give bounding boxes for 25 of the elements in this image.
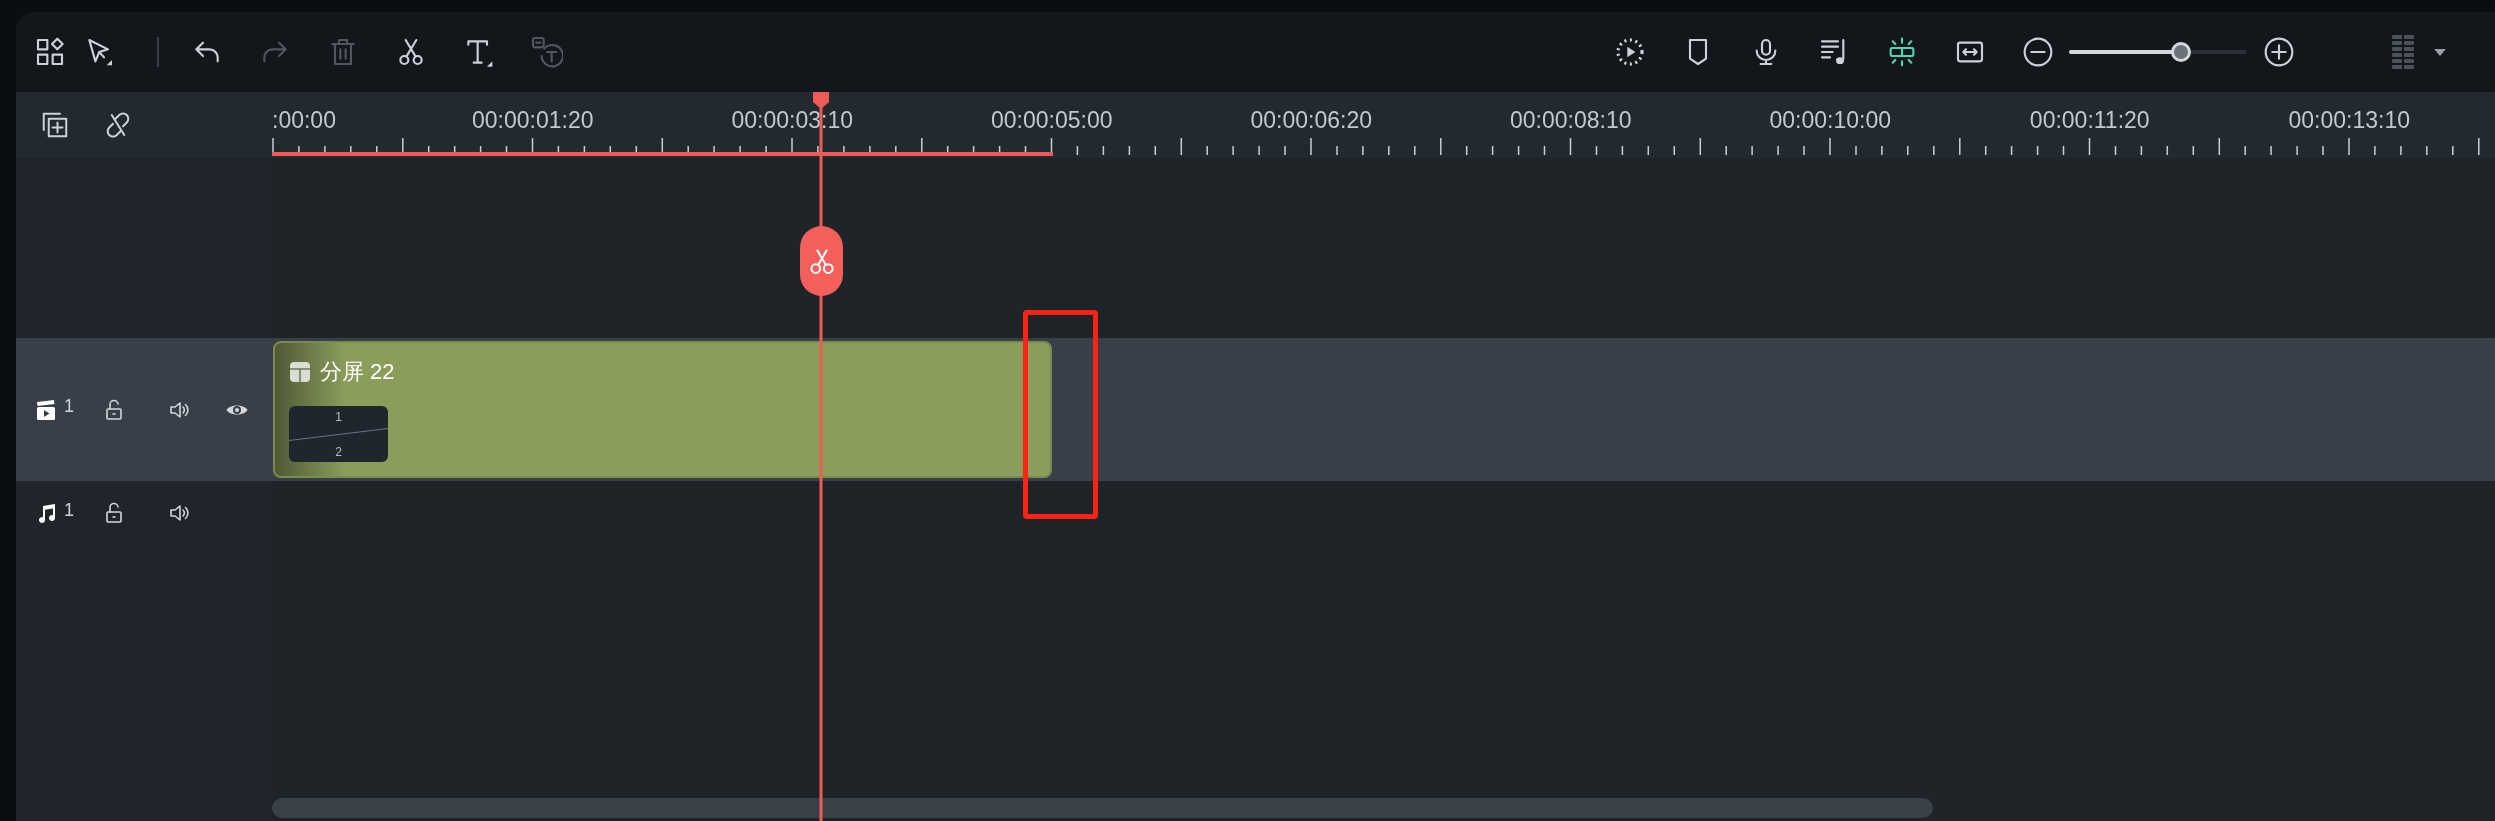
zoom-out-button[interactable] [2022, 36, 2054, 68]
time-label: 00:00:13:10 [2288, 106, 2410, 134]
thumbnail-label: 2 [335, 445, 342, 459]
track-number: 1 [64, 499, 75, 521]
elements-button[interactable] [34, 36, 66, 68]
render-preview-button[interactable] [1614, 36, 1646, 68]
zoom-in-button[interactable] [2263, 36, 2295, 68]
clip-title: 分屏 22 [320, 358, 395, 386]
time-label: 00:00:10:00 [1769, 106, 1891, 134]
video-track-icon [34, 397, 58, 422]
track-number: 1 [64, 396, 75, 417]
split-screen-icon [289, 361, 311, 383]
add-track-button[interactable] [40, 110, 70, 140]
time-label: 00:00:05:00 [991, 106, 1113, 134]
time-label: 00:00:11:20 [2029, 106, 2150, 134]
video-clip[interactable]: 分屏 22 1 2 [273, 341, 1052, 478]
time-label: 00:00:01:20 [472, 106, 594, 134]
time-label: :00:00 [272, 107, 336, 133]
slider-thumb[interactable] [2170, 42, 2191, 62]
time-label: 00:00:08:10 [1510, 106, 1632, 134]
thumbnail-label: 1 [335, 410, 342, 424]
cut-marker[interactable] [800, 226, 843, 296]
menu-caret-button[interactable] [2434, 48, 2446, 56]
time-label: 00:00:06:20 [1250, 106, 1372, 134]
horizontal-scrollbar[interactable] [272, 798, 1933, 818]
